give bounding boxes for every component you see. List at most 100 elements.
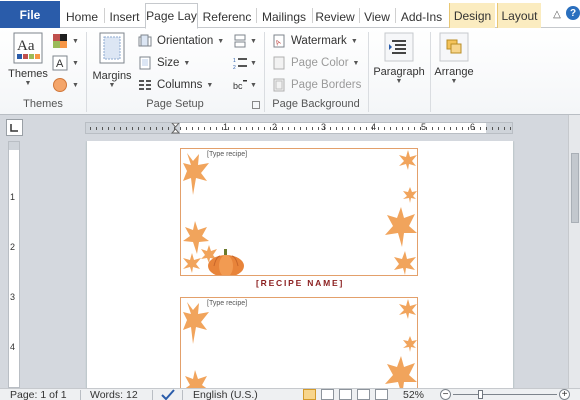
tab-separator [395, 8, 396, 23]
ruler-tick [306, 127, 307, 130]
outline-view-icon[interactable] [357, 389, 370, 400]
page-count-status[interactable]: Page: 1 of 1 [10, 389, 67, 400]
recipe-card[interactable]: [Type recipe] [180, 297, 418, 388]
tab-file[interactable]: File [0, 1, 60, 28]
tab-insert[interactable]: Insert [106, 5, 143, 28]
hyphenation-button[interactable]: bc ▼ [233, 76, 257, 94]
zoom-level[interactable]: 52% [403, 389, 424, 400]
ruler-tick [510, 127, 511, 130]
group-label-page-background: Page Background [272, 98, 360, 110]
zoom-in-button[interactable]: + [559, 389, 570, 400]
line-numbers-button[interactable]: 1 2 ▼ [233, 54, 257, 72]
document-area[interactable]: [Type recipe] [RECIPE NAME] [Type recipe… [26, 141, 568, 388]
ruler-tick [456, 127, 457, 130]
theme-effects-icon [53, 78, 67, 92]
ruler-number: 4 [371, 122, 377, 132]
size-label: Size [157, 57, 180, 69]
tab-design[interactable]: Design [449, 3, 495, 28]
tab-selector-icon[interactable] [6, 119, 23, 136]
document-page[interactable]: [Type recipe] [RECIPE NAME] [Type recipe… [87, 141, 513, 388]
ruler-tick [126, 127, 127, 130]
scrollbar-thumb[interactable] [571, 153, 579, 223]
ruler-tick [390, 127, 391, 130]
ruler-tick [216, 127, 217, 130]
zoom-out-button[interactable]: − [440, 389, 451, 400]
theme-fonts-button[interactable]: A ▼ [52, 54, 79, 72]
print-layout-view-icon[interactable] [303, 389, 316, 400]
tab-add-ins[interactable]: Add-Ins [398, 5, 445, 28]
themes-button[interactable]: Aa Themes ▼ [6, 32, 50, 87]
language-status[interactable]: English (U.S.) [193, 389, 258, 400]
breaks-button[interactable]: ▼ [233, 32, 257, 50]
recipe-name-text[interactable]: [RECIPE NAME] [256, 278, 344, 288]
draft-view-icon[interactable] [375, 389, 388, 400]
margins-icon [99, 32, 125, 64]
themes-icon: Aa [13, 32, 43, 64]
ruler-number: 2 [10, 242, 16, 252]
help-icon[interactable]: ? [566, 6, 580, 20]
maple-leaf-icon [403, 187, 417, 203]
ruler-tick [480, 127, 481, 130]
tab-view[interactable]: View [362, 5, 392, 28]
proofing-check-icon[interactable] [160, 389, 176, 400]
ribbon: Aa Themes ▼ ▼ A ▼ ▼ Themes Margins ▼ Ori… [0, 28, 580, 115]
minimize-ribbon-icon[interactable]: △ [551, 8, 563, 20]
ruler-right-margin [486, 123, 512, 133]
watermark-button[interactable]: A Watermark ▼ [272, 32, 358, 50]
maple-leaf-icon [385, 207, 417, 247]
zoom-slider-track[interactable] [453, 394, 557, 395]
ruler-tick [336, 127, 337, 130]
orientation-button[interactable]: Orientation ▼ [138, 32, 224, 50]
theme-colors-button[interactable]: ▼ [52, 32, 79, 50]
line-numbers-icon: 1 2 [233, 58, 247, 70]
left-indent-marker-icon[interactable] [171, 123, 180, 134]
tab-mailings[interactable]: Mailings [258, 5, 310, 28]
word-count-status[interactable]: Words: 12 [90, 389, 138, 400]
ruler-tick [312, 127, 313, 130]
ruler-tick [264, 127, 265, 130]
web-layout-view-icon[interactable] [339, 389, 352, 400]
tab-references[interactable]: Referenc [200, 5, 254, 28]
page-setup-launcher-icon[interactable] [252, 101, 260, 109]
tab-home[interactable]: Home [62, 5, 102, 28]
page-borders-button[interactable]: Page Borders [272, 76, 361, 94]
size-button[interactable]: Size ▼ [138, 54, 190, 72]
group-label-themes: Themes [23, 98, 63, 110]
ruler-number: 5 [421, 122, 427, 132]
ruler-tick [192, 127, 193, 130]
ruler-tick [282, 127, 283, 130]
margins-button[interactable]: Margins ▼ [90, 32, 134, 89]
vertical-scrollbar[interactable] [568, 115, 580, 388]
horizontal-ruler[interactable]: 1 2 3 4 5 6 [85, 122, 513, 134]
recipe-text-placeholder[interactable]: [Type recipe] [207, 300, 247, 307]
ruler-tick [384, 127, 385, 130]
ruler-tick [252, 127, 253, 130]
group-label-page-setup: Page Setup [146, 98, 204, 110]
paragraph-button[interactable]: Paragraph ▼ [370, 32, 428, 85]
full-screen-reading-view-icon[interactable] [321, 389, 334, 400]
ruler-tick [96, 127, 97, 130]
ruler-tick [108, 127, 109, 130]
arrange-button[interactable]: Arrange ▼ [432, 32, 476, 85]
ruler-tick [450, 127, 451, 130]
ruler-tick [486, 127, 487, 130]
ruler-tick [396, 127, 397, 130]
vertical-ruler[interactable]: 1 2 3 4 [8, 141, 20, 388]
ruler-tick [378, 127, 379, 130]
recipe-card[interactable]: [Type recipe] [180, 148, 418, 276]
columns-button[interactable]: Columns ▼ [138, 76, 213, 94]
page-color-button[interactable]: Page Color ▼ [272, 54, 359, 72]
theme-effects-button[interactable]: ▼ [52, 76, 79, 94]
zoom-slider-thumb[interactable] [478, 390, 483, 399]
chevron-down-icon: ▼ [108, 82, 116, 89]
maple-leaf-icon [183, 302, 209, 344]
tab-layout[interactable]: Layout [497, 3, 541, 28]
tab-page-layout[interactable]: Page Lay [145, 3, 198, 29]
ruler-tick [492, 127, 493, 130]
page-borders-icon [273, 78, 285, 92]
ruler-tick [150, 127, 151, 130]
recipe-text-placeholder[interactable]: [Type recipe] [207, 151, 247, 158]
paragraph-label: Paragraph [373, 66, 425, 78]
themes-button-label: Themes [8, 68, 48, 80]
tab-review[interactable]: Review [314, 5, 356, 28]
